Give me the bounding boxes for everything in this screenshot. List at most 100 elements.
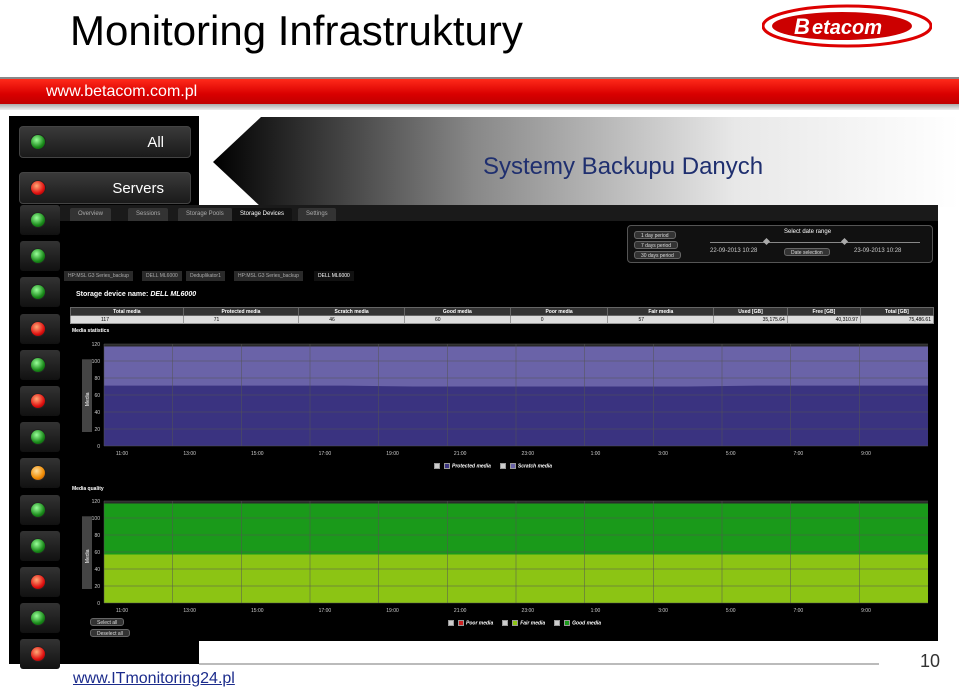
- x-tick-label: 13:00: [183, 451, 196, 457]
- media-summary-table: Total media Protected media Scratch media G…: [70, 307, 935, 324]
- checkbox-icon[interactable]: [502, 620, 509, 626]
- media-statistics-chart: Media 0 20 40 60 80 100 120 11:00 13:00 15:00 17:00…: [60, 336, 938, 466]
- date-to: 23-09-2013 10:28: [854, 248, 902, 254]
- slider-handle-start[interactable]: [762, 237, 771, 246]
- status-strip[interactable]: [20, 386, 60, 416]
- filter-servers-label: Servers: [112, 180, 164, 197]
- x-tick-label: 17:00: [319, 608, 332, 614]
- status-strip[interactable]: [20, 205, 60, 235]
- date-from: 22-09-2013 10:28: [710, 248, 758, 254]
- status-strip[interactable]: [20, 349, 60, 380]
- checkbox-icon[interactable]: [554, 620, 561, 626]
- date-selection-button[interactable]: Date selection: [784, 248, 830, 256]
- y-axis-label: Media: [85, 392, 91, 406]
- status-strip[interactable]: [20, 494, 60, 525]
- device-tab[interactable]: DELL ML6000: [142, 271, 182, 281]
- status-strip[interactable]: [20, 567, 60, 597]
- table-header: Total [GB]: [859, 307, 935, 316]
- svg-text:etacom: etacom: [812, 17, 882, 39]
- divider: [0, 104, 959, 110]
- status-strip[interactable]: [20, 313, 60, 344]
- status-led-icon: [30, 248, 46, 265]
- protected-swatch: [444, 463, 450, 469]
- slide-title: Monitoring Infrastruktury: [70, 7, 523, 54]
- x-tick-label: 7:00: [793, 451, 803, 457]
- x-tick-label: 1:00: [591, 451, 601, 457]
- period-30-days-button[interactable]: 30 days period: [634, 251, 681, 259]
- footer-url[interactable]: www.ITmonitoring24.pl: [73, 670, 235, 688]
- period-1-day-button[interactable]: 1 day period: [634, 231, 676, 239]
- date-slider-track[interactable]: [710, 242, 920, 243]
- status-strip[interactable]: [20, 458, 60, 489]
- status-led-icon: [30, 646, 46, 663]
- filter-servers-button[interactable]: Servers: [19, 172, 191, 204]
- x-tick-label: 13:00: [183, 608, 196, 614]
- device-name: DELL ML6000: [150, 291, 197, 298]
- status-strip[interactable]: [20, 530, 60, 561]
- y-tick-label: 20: [94, 584, 100, 590]
- y-tick-label: 0: [97, 601, 100, 607]
- y-tick-label: 0: [97, 444, 100, 450]
- app-screen: Overview Sessions Storage Pools Storage …: [60, 205, 938, 641]
- status-strip[interactable]: [20, 603, 60, 634]
- x-tick-label: 15:00: [251, 608, 264, 614]
- tab-storage-devices[interactable]: Storage Devices: [232, 208, 293, 221]
- legend-poor-media: Poor media: [466, 620, 494, 627]
- table-header: Protected media: [182, 307, 300, 316]
- x-tick-label: 17:00: [319, 451, 332, 457]
- tab-settings[interactable]: Settings: [298, 208, 336, 221]
- table-header: Good media: [403, 307, 511, 316]
- status-led-icon: [30, 320, 46, 337]
- table-cell: 40,310.97: [786, 315, 861, 324]
- betacom-url[interactable]: www.betacom.com.pl: [46, 83, 197, 101]
- table-cell: 46: [298, 315, 405, 324]
- x-tick-label: 9:00: [861, 451, 871, 457]
- tab-sessions[interactable]: Sessions: [128, 208, 169, 221]
- device-tab[interactable]: Deduplikator1: [186, 271, 225, 281]
- status-strip[interactable]: [20, 241, 60, 272]
- device-tab[interactable]: HP:MSL G3 Series_backup: [64, 271, 133, 281]
- device-tab[interactable]: HP:MSL G3 Series_backup: [234, 271, 303, 281]
- device-tab-active[interactable]: DELL ML6000: [314, 271, 354, 281]
- tab-storage-pools[interactable]: Storage Pools: [178, 208, 232, 221]
- x-tick-label: 21:00: [454, 451, 467, 457]
- media-statistics-legend: Protected media Scratch media: [432, 463, 552, 469]
- scratch-swatch: [509, 463, 516, 469]
- status-led-icon: [30, 393, 46, 409]
- status-strip[interactable]: [20, 277, 60, 308]
- x-tick-label: 19:00: [386, 451, 399, 457]
- status-led-icon: [30, 180, 46, 196]
- legend-good-media: Good media: [572, 620, 602, 627]
- checkbox-icon[interactable]: [434, 463, 440, 469]
- x-tick-label: 21:00: [454, 608, 467, 614]
- deselect-all-button[interactable]: Deselect all: [90, 629, 130, 637]
- table-cell: 57: [607, 315, 715, 324]
- x-tick-label: 3:00: [658, 608, 668, 614]
- status-strip[interactable]: [20, 639, 60, 670]
- x-tick-label: 5:00: [726, 451, 736, 457]
- x-tick-label: 3:00: [658, 451, 668, 457]
- poor-swatch: [458, 620, 464, 626]
- good-swatch: [564, 620, 571, 626]
- checkbox-icon[interactable]: [448, 620, 454, 626]
- checkbox-icon[interactable]: [499, 463, 506, 469]
- table-header: Fair media: [607, 307, 715, 316]
- status-strip[interactable]: [20, 422, 60, 453]
- select-all-button[interactable]: Select all: [90, 618, 125, 626]
- status-led-icon: [30, 284, 46, 301]
- y-tick-label: 60: [94, 393, 100, 399]
- tab-overview[interactable]: Overview: [70, 208, 112, 221]
- media-quality-legend: Poor media Fair media Good media: [446, 620, 601, 626]
- filter-all-button[interactable]: All: [19, 126, 191, 158]
- status-led-icon: [30, 501, 46, 518]
- y-tick-label: 120: [92, 342, 101, 348]
- slider-handle-end[interactable]: [840, 237, 849, 246]
- status-led-icon: [30, 610, 46, 627]
- device-name-line: Storage device name: DELL ML6000: [76, 291, 196, 298]
- chart-svg: Media 0 20 40 60 80 100 120 11:00 13:00 15:00 17:00…: [82, 342, 928, 457]
- svg-text:B: B: [794, 14, 810, 39]
- status-led-icon: [30, 356, 46, 373]
- fair-swatch: [512, 620, 519, 626]
- x-tick-label: 9:00: [861, 608, 871, 614]
- period-7-days-button[interactable]: 7 days period: [634, 241, 679, 249]
